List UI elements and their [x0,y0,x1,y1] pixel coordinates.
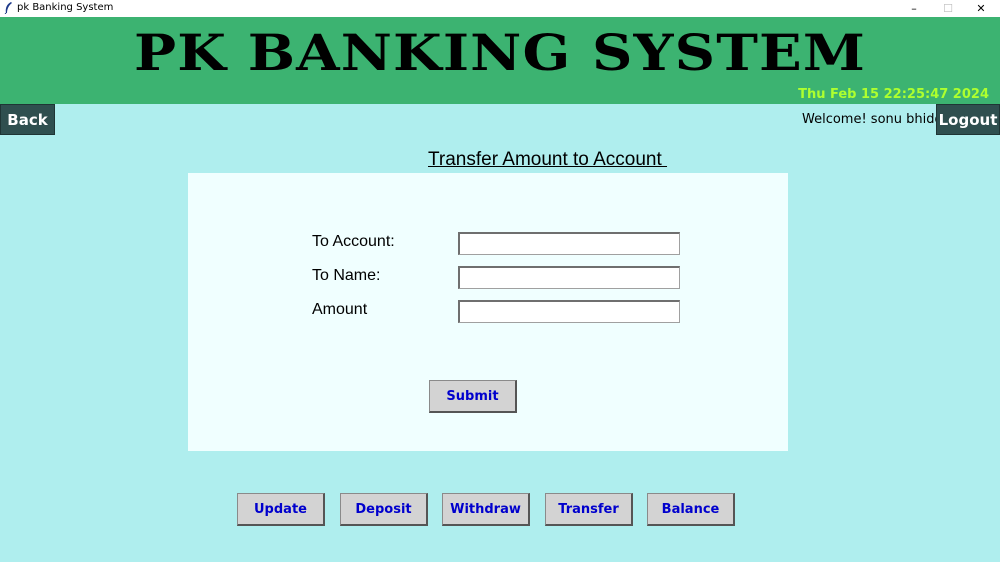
transfer-button[interactable]: Transfer [545,493,633,526]
amount-input[interactable] [458,300,680,323]
brand-title: PK BANKING SYSTEM [134,23,866,82]
withdraw-button[interactable]: Withdraw [442,493,530,526]
update-button[interactable]: Update [237,493,325,526]
to-account-label: To Account: [312,233,395,250]
balance-button[interactable]: Balance [647,493,735,526]
maximize-button[interactable]: ☐ [931,0,965,17]
submit-button[interactable]: Submit [429,380,517,413]
feather-icon [4,2,12,14]
back-button[interactable]: Back [0,104,55,135]
amount-label: Amount [312,301,368,318]
window-title-bar: pk Banking System – ☐ ✕ [0,0,1000,17]
transfer-form-panel: To Account: To Name: Amount Submit [188,173,788,451]
close-button[interactable]: ✕ [964,0,998,17]
form-title: Transfer Amount to Account [428,149,668,170]
header-banner: PK BANKING SYSTEM Thu Feb 15 22:25:47 20… [0,17,1000,104]
welcome-label: Welcome! sonu bhidd [802,112,936,127]
logout-button[interactable]: Logout [936,104,1000,135]
window-title: pk Banking System [17,2,114,13]
to-account-input[interactable] [458,232,680,255]
datetime-label: Thu Feb 15 22:25:47 2024 [798,87,989,102]
to-name-input[interactable] [458,266,680,289]
deposit-button[interactable]: Deposit [340,493,428,526]
to-name-label: To Name: [312,267,381,284]
minimize-button[interactable]: – [897,0,931,17]
